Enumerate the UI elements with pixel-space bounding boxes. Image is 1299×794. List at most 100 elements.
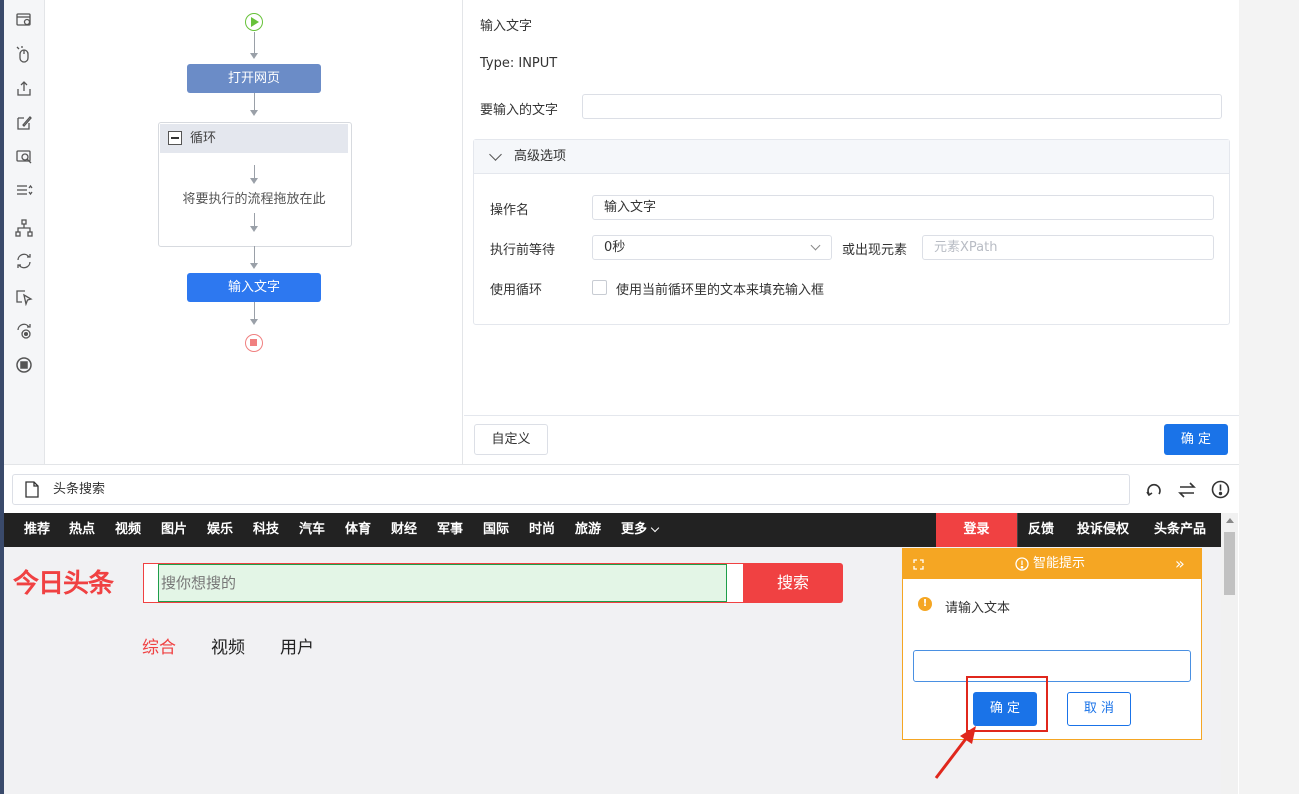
tip-title: 智能提示 <box>1033 556 1086 571</box>
cursor-select-icon[interactable] <box>13 286 35 308</box>
tab-video[interactable]: 视频 <box>211 633 245 658</box>
site-logo[interactable]: 今日头条 <box>13 563 114 600</box>
tip-confirm-button[interactable]: 确 定 <box>973 692 1037 726</box>
advanced-header[interactable]: 高级选项 <box>474 140 1229 174</box>
nav-feedback[interactable]: 反馈 <box>1028 513 1054 547</box>
scroll-up-icon[interactable] <box>1226 518 1234 523</box>
tool-sidebar <box>4 0 45 464</box>
flow-canvas: 打开网页 循环 将要执行的流程拖放在此 输入文字 <box>45 0 463 464</box>
flow-tree-icon[interactable] <box>13 217 35 239</box>
flow-arrow-head <box>250 110 258 116</box>
nav-item[interactable]: 娱乐 <box>207 513 233 547</box>
loop-drop-hint: 将要执行的流程拖放在此 <box>182 192 326 207</box>
flow-arrow-head <box>250 263 258 269</box>
flow-arrow-head <box>250 226 258 232</box>
xpath-field[interactable]: 元素XPath <box>922 235 1214 260</box>
info-icon[interactable] <box>1211 480 1230 499</box>
more-chevron-icon <box>650 523 660 533</box>
flow-connector <box>254 213 255 227</box>
nav-item[interactable]: 旅游 <box>575 513 601 547</box>
loop-icon[interactable] <box>13 250 35 272</box>
advanced-section: 高级选项 操作名 输入文字 执行前等待 0秒 或出现元素 元素XPath 使用循… <box>473 139 1230 325</box>
end-node-icon[interactable] <box>245 334 263 352</box>
wait-select[interactable]: 0秒 <box>592 235 832 260</box>
export-icon[interactable] <box>13 78 35 100</box>
nav-item[interactable]: 汽车 <box>299 513 325 547</box>
document-icon <box>25 481 39 498</box>
flow-arrow-head <box>250 319 258 325</box>
tip-text-input[interactable] <box>913 650 1191 682</box>
flow-connector <box>254 32 255 54</box>
use-loop-checkbox-label[interactable]: 使用当前循环里的文本来填充输入框 <box>616 279 824 298</box>
advanced-label: 高级选项 <box>514 149 567 164</box>
op-name-field[interactable]: 输入文字 <box>592 195 1214 220</box>
flow-connector <box>254 165 255 179</box>
flow-connector <box>254 302 255 319</box>
nav-item[interactable]: 国际 <box>483 513 509 547</box>
property-panel: 输入文字 Type: INPUT 要输入的文字 高级选项 操作名 输入文字 执行… <box>464 0 1239 464</box>
nav-item[interactable]: 热点 <box>69 513 95 547</box>
op-name-label: 操作名 <box>490 203 530 218</box>
tip-message: 请输入文本 <box>945 601 1011 616</box>
search-button[interactable]: 搜索 <box>743 563 843 603</box>
edit-icon[interactable] <box>13 112 35 134</box>
confirm-button[interactable]: 确 定 <box>1164 424 1228 455</box>
tip-header[interactable]: 智能提示 » <box>903 549 1201 579</box>
nav-products[interactable]: 头条产品 <box>1154 513 1206 547</box>
window-right-margin <box>1239 0 1299 794</box>
switch-icon[interactable] <box>1178 481 1196 499</box>
panel-divider <box>464 415 1239 416</box>
warning-icon: ! <box>918 597 932 611</box>
loop-label: 循环 <box>190 131 217 146</box>
collapse-icon[interactable] <box>168 131 182 145</box>
smart-tip-dialog: 智能提示 » ! 请输入文本 确 定 取 消 <box>902 548 1202 740</box>
tip-cancel-button[interactable]: 取 消 <box>1067 692 1131 726</box>
wait-select-value: 0秒 <box>604 240 626 255</box>
nav-item-more[interactable]: 更多 <box>621 513 647 547</box>
use-loop-checkbox[interactable] <box>592 280 607 295</box>
extract-data-icon[interactable] <box>13 146 35 168</box>
scroll-thumb[interactable] <box>1224 532 1235 595</box>
select-list-icon[interactable] <box>13 180 35 202</box>
info-circle-icon <box>1015 557 1029 571</box>
new-page-icon[interactable] <box>13 9 35 31</box>
nav-item[interactable]: 图片 <box>161 513 187 547</box>
browser-toolbar: 头条搜索 <box>4 464 1239 514</box>
nav-item[interactable]: 财经 <box>391 513 417 547</box>
text-to-input-label: 要输入的文字 <box>480 103 559 118</box>
search-input[interactable]: 搜你想搜的 <box>158 564 727 602</box>
flow-node-open-page[interactable]: 打开网页 <box>187 64 321 93</box>
custom-button[interactable]: 自定义 <box>474 424 548 455</box>
flow-arrow-head <box>250 53 258 59</box>
loop-block[interactable]: 循环 将要执行的流程拖放在此 <box>158 122 352 247</box>
annotation-arrow-icon <box>934 726 976 779</box>
flow-node-input-text[interactable]: 输入文字 <box>187 273 321 302</box>
chevron-down-icon <box>489 148 502 161</box>
site-nav-bar: 推荐 热点 视频 图片 娱乐 科技 汽车 体育 财经 军事 国际 时尚 旅游 更… <box>4 513 1221 547</box>
nav-complaint[interactable]: 投诉侵权 <box>1077 513 1129 547</box>
wait-label: 执行前等待 <box>490 243 556 258</box>
expand-icon[interactable] <box>913 559 924 570</box>
nav-item[interactable]: 时尚 <box>529 513 555 547</box>
text-to-input-field[interactable] <box>582 94 1222 119</box>
flow-arrow-head <box>250 178 258 184</box>
page-title-bar[interactable]: 头条搜索 <box>12 474 1130 505</box>
tab-comprehensive[interactable]: 综合 <box>142 633 176 658</box>
loop-header[interactable]: 循环 <box>160 124 348 153</box>
reload-icon[interactable] <box>1145 481 1163 499</box>
stop-icon[interactable] <box>13 354 35 376</box>
type-label: Type: INPUT <box>480 56 558 71</box>
nav-item[interactable]: 科技 <box>253 513 279 547</box>
nav-item[interactable]: 军事 <box>437 513 463 547</box>
tab-user[interactable]: 用户 <box>280 633 314 658</box>
refresh-eye-icon[interactable] <box>13 320 35 342</box>
nav-item[interactable]: 视频 <box>115 513 141 547</box>
mouse-click-icon[interactable] <box>13 44 35 66</box>
collapse-panel-icon[interactable]: » <box>1175 549 1185 578</box>
nav-item[interactable]: 体育 <box>345 513 371 547</box>
nav-item[interactable]: 推荐 <box>24 513 50 547</box>
login-button[interactable]: 登录 <box>936 513 1017 547</box>
or-appear-label: 或出现元素 <box>842 243 908 258</box>
start-node-icon[interactable] <box>245 13 263 31</box>
flow-connector <box>254 93 255 110</box>
